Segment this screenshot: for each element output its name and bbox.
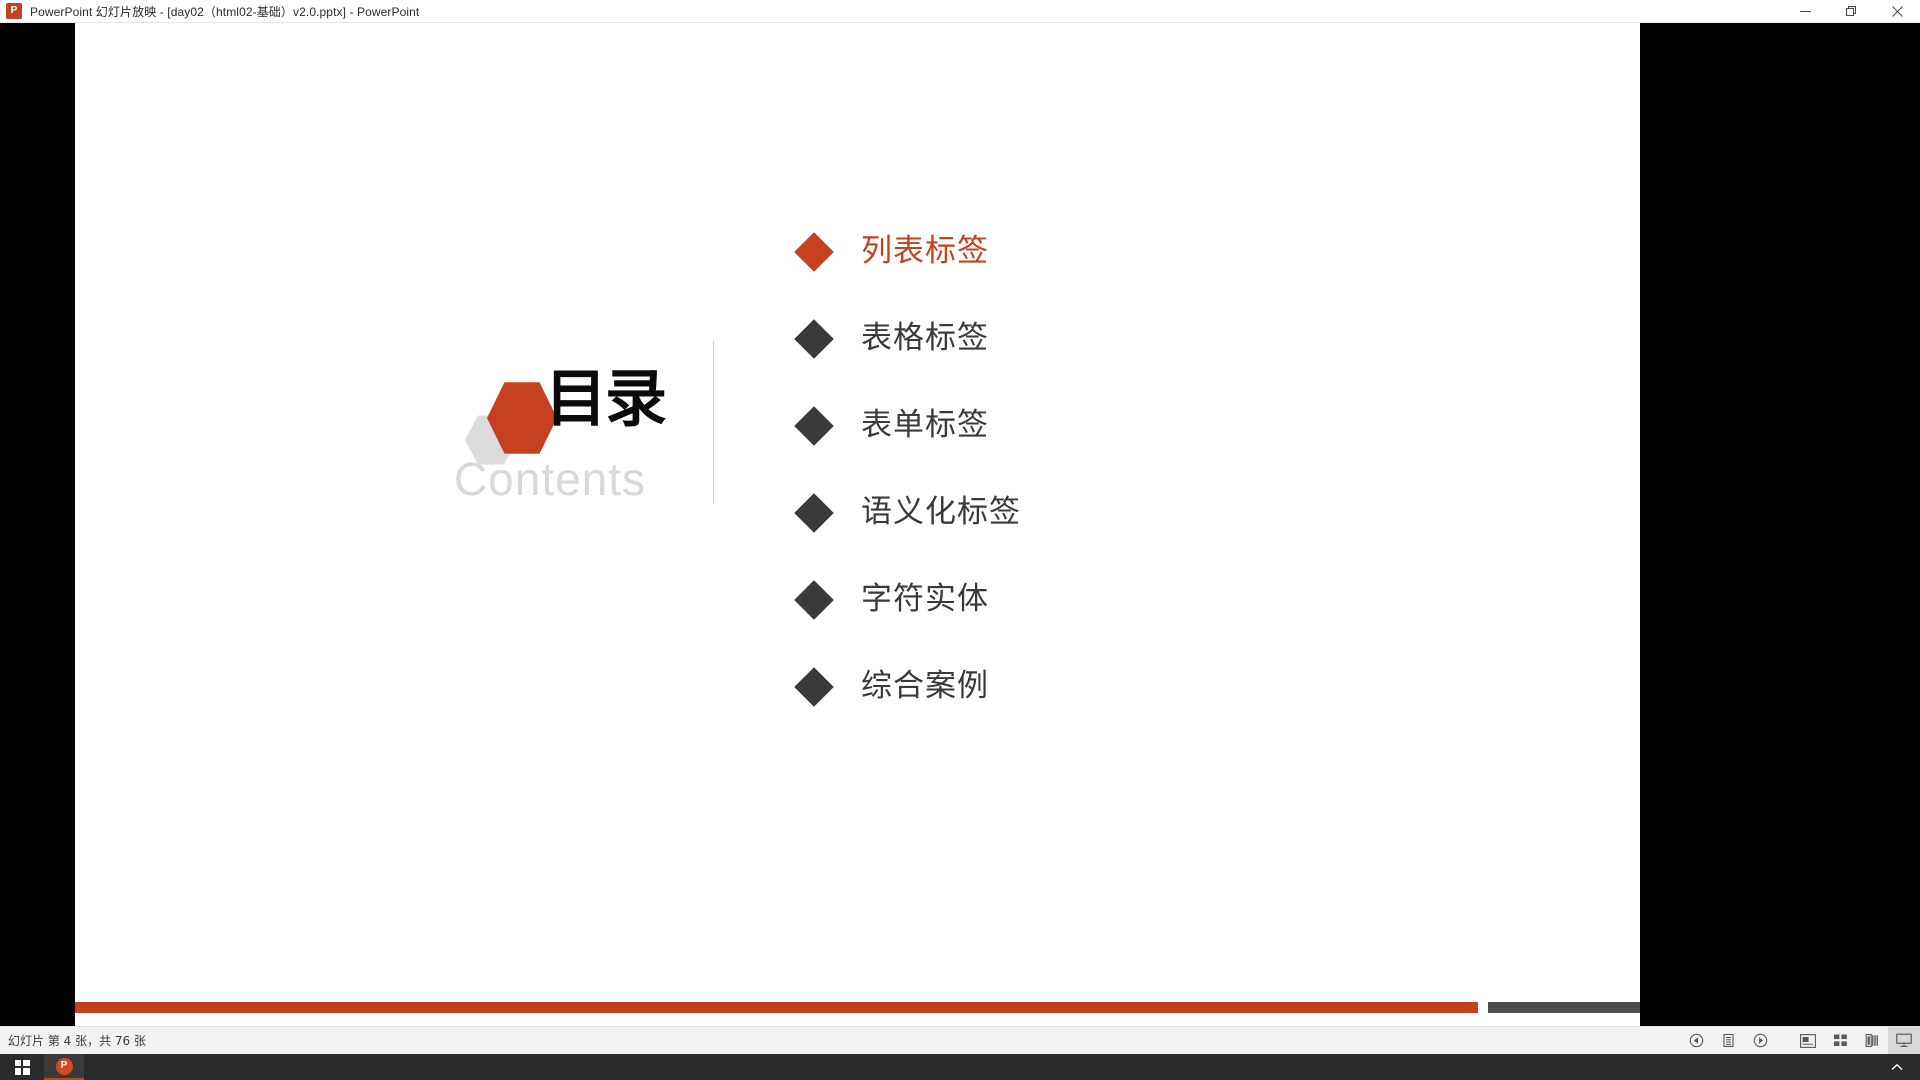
list-item[interactable]: 综合案例 — [794, 643, 1360, 730]
normal-view-button[interactable] — [1792, 1027, 1824, 1055]
diamond-bullet-icon — [794, 231, 834, 272]
minimize-button[interactable] — [1782, 0, 1828, 23]
list-item-label: 字符实体 — [861, 581, 989, 617]
list-item-label: 语义化标签 — [861, 494, 1021, 530]
accent-bar-orange — [75, 1002, 1478, 1013]
status-bar-buttons — [1680, 1026, 1920, 1055]
list-item[interactable]: 列表标签 — [794, 208, 1360, 295]
contents-list: 列表标签 表格标签 表单标签 语义化标签 字符实体 综合案例 — [794, 208, 1360, 730]
diamond-bullet-icon — [794, 579, 834, 620]
slide-counter-label: 幻灯片 第 4 张，共 76 张 — [8, 1034, 146, 1048]
diamond-bullet-icon — [794, 405, 834, 446]
taskbar-powerpoint[interactable]: P — [44, 1054, 84, 1080]
vertical-divider — [713, 341, 714, 504]
list-item-label: 表单标签 — [861, 407, 989, 443]
close-button[interactable] — [1874, 0, 1920, 23]
slide-title-cn: 目录 — [545, 362, 667, 435]
list-item[interactable]: 表单标签 — [794, 382, 1360, 469]
slide-canvas[interactable]: 目录 Contents 列表标签 表格标签 表单标签 语义化标签 字符实体 综合… — [75, 23, 1640, 1026]
status-bar-separator — [1776, 1027, 1792, 1055]
window-controls — [1782, 0, 1920, 23]
accent-bar-gap — [1478, 1002, 1488, 1013]
slide-title-en: Contents — [453, 453, 647, 505]
list-item[interactable]: 表格标签 — [794, 295, 1360, 382]
list-item-label: 综合案例 — [861, 668, 989, 704]
powerpoint-taskbar-icon: P — [55, 1057, 73, 1075]
slide-accent-bar — [75, 1002, 1640, 1013]
list-item-label: 列表标签 — [861, 233, 989, 269]
reading-view-button[interactable] — [1856, 1027, 1888, 1055]
accent-bar-dark — [1488, 1002, 1640, 1013]
diamond-bullet-icon — [794, 318, 834, 359]
title-bar: P PowerPoint 幻灯片放映 - [day02（html02-基础）v2… — [0, 0, 1920, 23]
slideshow-stage[interactable]: 目录 Contents 列表标签 表格标签 表单标签 语义化标签 字符实体 综合… — [0, 23, 1920, 1026]
window-title: PowerPoint 幻灯片放映 - [day02（html02-基础）v2.0… — [30, 4, 420, 19]
list-item[interactable]: 语义化标签 — [794, 469, 1360, 556]
status-bar: 幻灯片 第 4 张，共 76 张 — [0, 1026, 1920, 1055]
taskbar: P — [0, 1054, 1920, 1080]
diamond-bullet-icon — [794, 666, 834, 707]
next-slide-button[interactable] — [1744, 1027, 1776, 1055]
previous-slide-button[interactable] — [1680, 1027, 1712, 1055]
chevron-up-icon[interactable] — [1884, 1054, 1910, 1080]
notes-button[interactable] — [1712, 1027, 1744, 1055]
windows-logo-icon — [14, 1059, 30, 1075]
diamond-bullet-icon — [794, 492, 834, 533]
powerpoint-icon: P — [6, 3, 22, 19]
slideshow-view-button[interactable] — [1888, 1026, 1920, 1055]
system-tray — [1884, 1054, 1920, 1080]
list-item[interactable]: 字符实体 — [794, 556, 1360, 643]
slide-sorter-button[interactable] — [1824, 1027, 1856, 1055]
start-button[interactable] — [0, 1054, 44, 1080]
restore-button[interactable] — [1828, 0, 1874, 23]
list-item-label: 表格标签 — [861, 320, 989, 356]
